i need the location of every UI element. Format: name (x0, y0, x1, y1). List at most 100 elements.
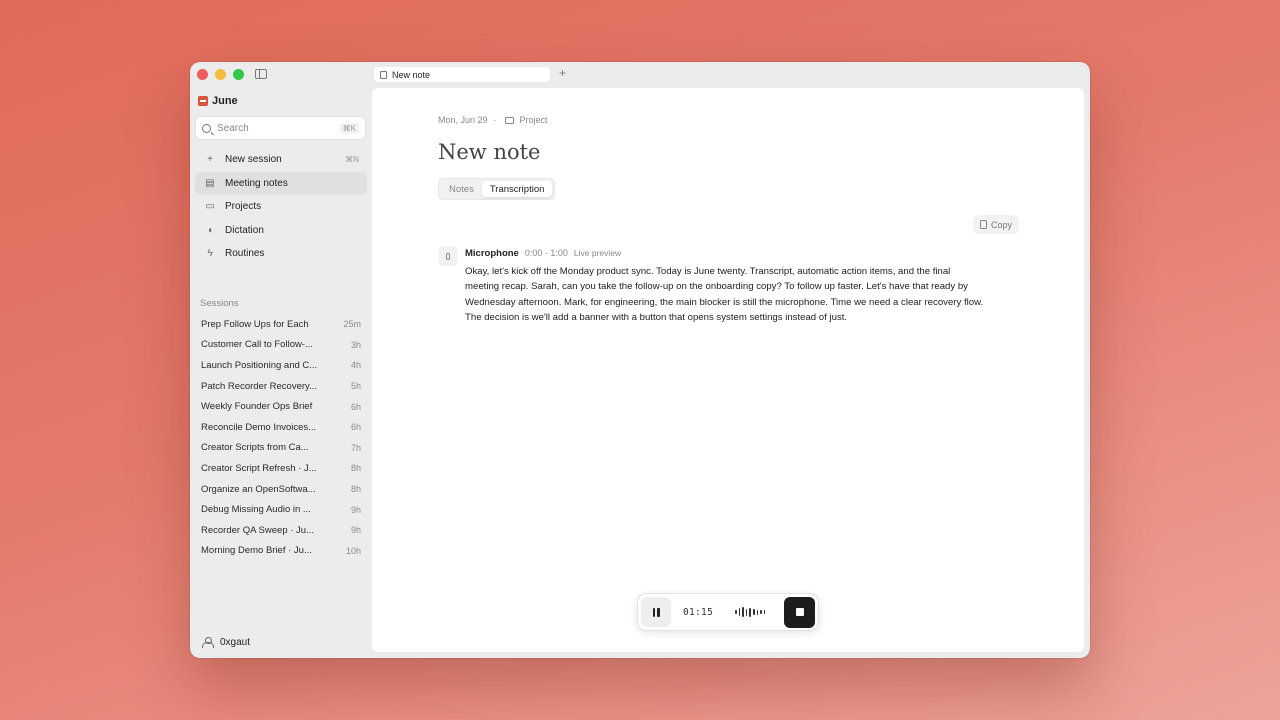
session-time: 7h (350, 442, 361, 453)
sidebar-item-label: New session (225, 154, 282, 166)
session-title: Creator Script Refresh · J... (201, 462, 317, 474)
search-icon (202, 123, 211, 133)
session-title: Prep Follow Ups for Each (201, 318, 309, 330)
search-input[interactable]: Search ⌘K (195, 116, 366, 140)
search-shortcut: ⌘K (339, 122, 359, 134)
session-time: 5h (350, 381, 361, 392)
zoom-window-button[interactable] (233, 69, 244, 80)
session-time: 8h (350, 463, 361, 474)
note-editor: Mon, Jun 29 · Project New note Notes Tra… (372, 88, 1084, 652)
transcript-header: Microphone 0:00 · 1:00 Live preview (465, 248, 621, 259)
new-session-shortcut: ⌘N (345, 155, 359, 165)
new-tab-button[interactable]: + (559, 66, 566, 80)
session-time: 25m (343, 319, 361, 330)
copy-button[interactable]: Copy (972, 215, 1019, 234)
session-item[interactable]: Morning Demo Brief · Ju... 10h (195, 541, 367, 562)
audio-level-bar (749, 607, 752, 617)
session-title: Recorder QA Sweep · Ju... (201, 524, 314, 536)
session-time: 6h (350, 422, 361, 433)
tab-transcription[interactable]: Transcription (481, 181, 553, 197)
user-account[interactable]: 0xgaut (202, 637, 250, 648)
session-item[interactable]: Launch Positioning and C... 4h (195, 355, 367, 376)
audio-level-meter (735, 606, 766, 618)
notes-icon: ▤ (205, 177, 215, 189)
session-item[interactable]: Customer Call to Follow-... 3h (195, 335, 367, 356)
transcript-text: Okay, let's kick off the Monday product … (465, 266, 984, 324)
audio-level-bar (745, 608, 748, 616)
mic-icon: ◖ (206, 224, 214, 236)
sidebar-item-dictation[interactable]: ◖ Dictation (195, 219, 367, 243)
session-time: 10h (345, 545, 361, 556)
recording-controls: 01:15 (637, 593, 819, 631)
stop-button[interactable] (784, 596, 815, 628)
session-time: 8h (350, 484, 361, 495)
speaker-name: Microphone (465, 248, 519, 259)
folder-icon: ▭ (205, 201, 215, 213)
mic-icon (438, 246, 458, 266)
session-item[interactable]: Creator Scripts from Ca... 7h (195, 438, 367, 459)
tab-label: New note (392, 69, 431, 80)
elapsed-time: 01:15 (683, 606, 714, 618)
sidebar-item-meeting-notes[interactable]: ▤ Meeting notes (195, 171, 367, 195)
audio-level-bar (742, 607, 744, 617)
close-window-button[interactable] (197, 69, 208, 80)
tab-new-note[interactable]: New note (374, 67, 550, 82)
session-item[interactable]: Patch Recorder Recovery... 5h (195, 376, 367, 397)
audio-level-bar (763, 610, 766, 614)
sidebar-toggle-icon[interactable] (255, 69, 267, 79)
search-placeholder: Search (217, 122, 249, 134)
audio-level-bar (753, 609, 755, 615)
session-title: Customer Call to Follow-... (201, 339, 313, 351)
session-title: Reconcile Demo Invoices... (201, 421, 317, 433)
sidebar-item-routines[interactable]: ϟ Routines (195, 242, 367, 266)
app-window: June Search ⌘K + New session ⌘N ▤ Meetin… (190, 62, 1090, 658)
brand: June (198, 95, 238, 107)
sidebar-item-label: Projects (225, 201, 262, 213)
session-item[interactable]: Recorder QA Sweep · Ju... 9h (195, 520, 367, 541)
minimize-window-button[interactable] (215, 69, 226, 80)
session-time: 3h (350, 339, 361, 350)
session-item[interactable]: Debug Missing Audio in ... 9h (195, 499, 367, 520)
note-meta: Mon, Jun 29 · Project (438, 115, 548, 125)
stop-icon (795, 608, 804, 616)
session-item[interactable]: Organize an OpenSoftwa... 8h (195, 479, 367, 500)
project-link[interactable]: Project (520, 115, 548, 125)
session-title: Patch Recorder Recovery... (201, 380, 317, 392)
sidebar-item-label: Routines (225, 248, 265, 260)
window-controls (197, 69, 244, 80)
pause-button[interactable] (641, 597, 671, 627)
meta-separator: · (493, 115, 497, 125)
sidebar-nav: + New session ⌘N ▤ Meeting notes ▭ Proje… (195, 148, 367, 266)
june-logo-icon (198, 96, 208, 106)
folder-icon (504, 116, 514, 124)
live-status: Live preview (573, 248, 622, 258)
session-item[interactable]: Weekly Founder Ops Brief 6h (195, 396, 367, 417)
page-title[interactable]: New note (438, 140, 541, 164)
session-title: Launch Positioning and C... (201, 359, 318, 371)
session-title: Weekly Founder Ops Brief (201, 401, 313, 413)
audio-level-bar (735, 610, 737, 614)
note-icon (380, 70, 387, 79)
sidebar-item-projects[interactable]: ▭ Projects (195, 195, 367, 219)
session-time: 9h (350, 525, 361, 536)
session-time: 4h (350, 360, 361, 371)
session-item[interactable]: Creator Script Refresh · J... 8h (195, 458, 367, 479)
session-time: 6h (350, 401, 361, 412)
sidebar-item-new-session[interactable]: + New session ⌘N (195, 148, 367, 172)
audio-level-bar (738, 608, 741, 616)
clipboard-icon (979, 220, 987, 229)
tab-notes[interactable]: Notes (441, 181, 482, 197)
plus-icon: + (207, 154, 213, 166)
audio-level-bar (760, 610, 762, 614)
audio-level-bar (756, 609, 759, 615)
time-range: 0:00 · 1:00 (524, 248, 568, 258)
session-item[interactable]: Prep Follow Ups for Each 25m (195, 314, 367, 335)
bolt-icon: ϟ (207, 248, 213, 260)
session-title: Creator Scripts from Ca... (201, 442, 309, 454)
app-name: June (212, 95, 238, 107)
view-toggle: Notes Transcription (438, 178, 556, 200)
session-title: Morning Demo Brief · Ju... (201, 545, 312, 557)
session-item[interactable]: Reconcile Demo Invoices... 6h (195, 417, 367, 438)
session-title: Debug Missing Audio in ... (201, 504, 311, 516)
user-icon (202, 637, 214, 648)
